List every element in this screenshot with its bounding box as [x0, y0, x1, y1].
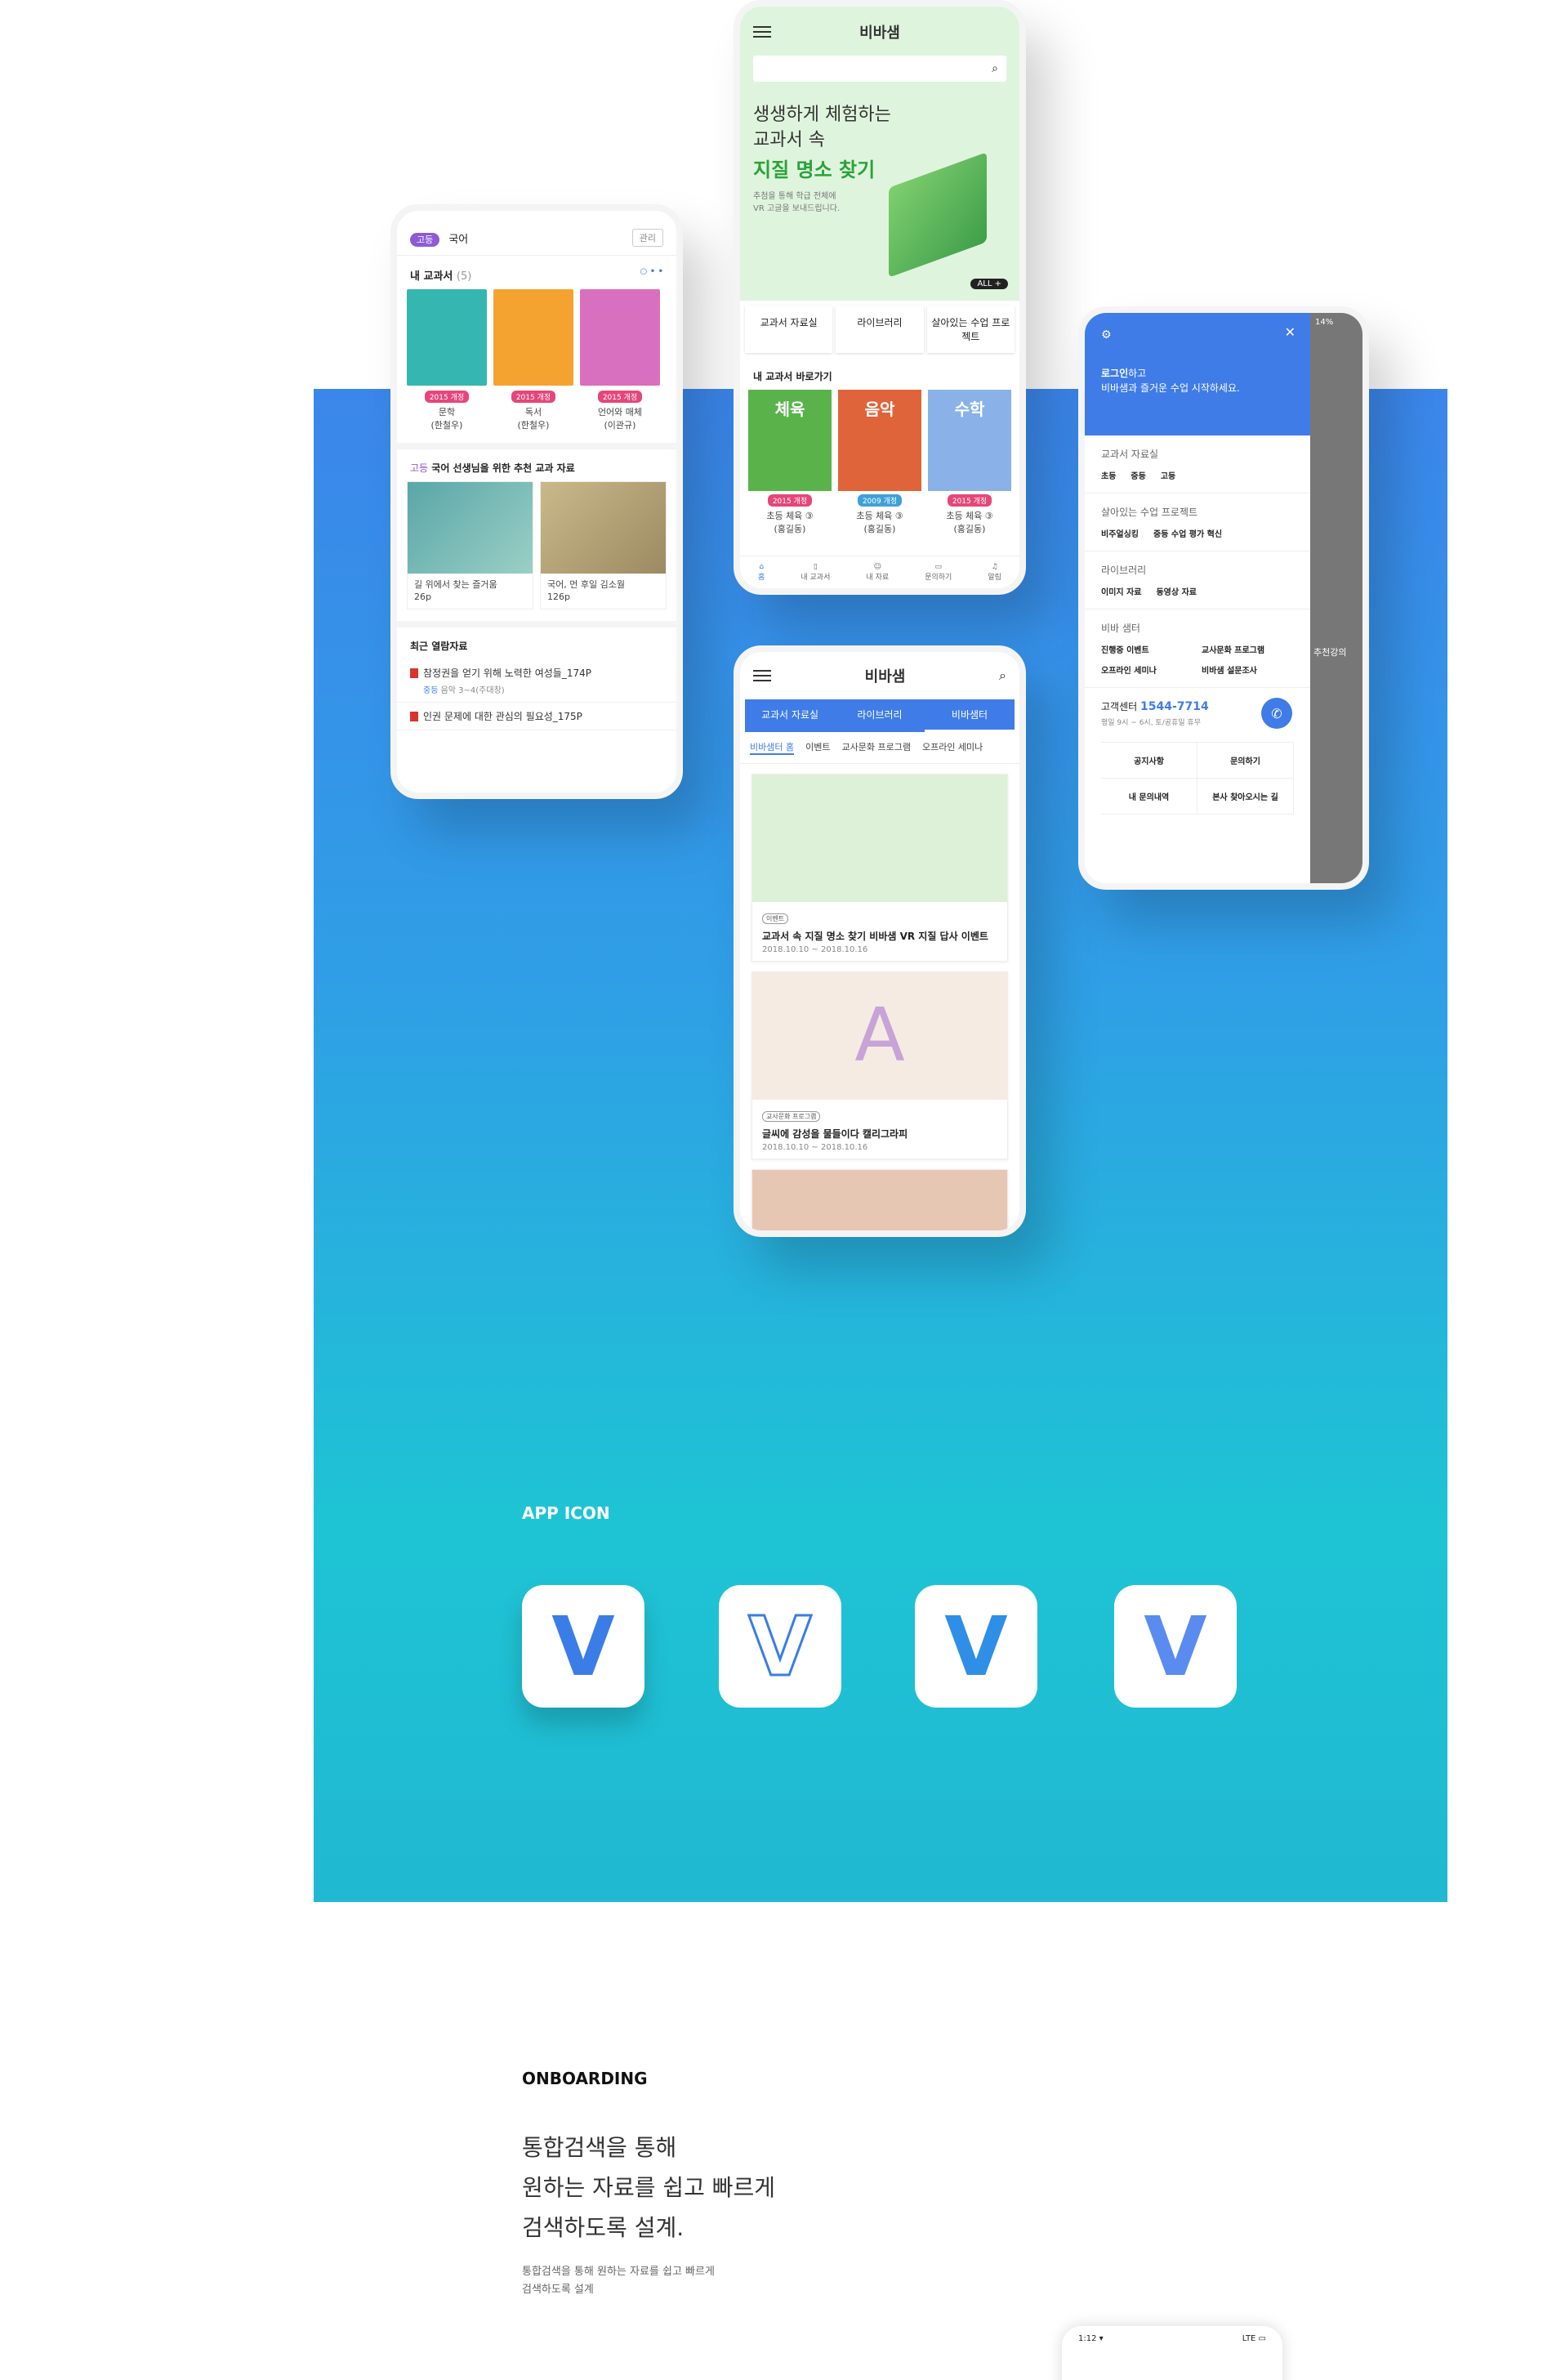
phone-vivasam-center: 비바샘 ⌕ 교과서 자료실 라이브러리 비바샘터 비바샘터 홈 이벤트 교사문화… — [734, 645, 1026, 1237]
search-icon[interactable]: ⌕ — [999, 668, 1006, 684]
customer-center: 고객센터 1544-7714 평일 9시 ~ 6시, 토/공휴일 휴무 ✆ — [1085, 688, 1310, 739]
event-card[interactable]: 이벤트 교과서 속 지질 명소 찾기 비바샘 VR 지질 답사 이벤트 2018… — [751, 774, 1008, 962]
all-banners-button[interactable]: ALL + — [970, 279, 1008, 289]
divider — [397, 443, 676, 449]
nav-my-textbook[interactable]: ▯ 내 교과서 — [801, 563, 830, 582]
drawer-section: 라이브러리 이미지 자료 동영상 자료 — [1085, 551, 1310, 610]
recommend-card[interactable]: 국어, 먼 후일 김소월 126p — [540, 481, 667, 610]
tab-textbook[interactable]: 교과서 자료실 — [745, 699, 835, 732]
app-icon-gradient: V — [522, 1585, 644, 1708]
tab-project[interactable]: 살아있는 수업 프로젝트 — [926, 306, 1015, 353]
event-image: A — [752, 972, 1007, 1100]
onboarding-description: 통합검색을 통해 원하는 자료를 쉽고 빠르게 검색하도록 설계 — [522, 2266, 715, 2297]
shortcut-title: 내 교과서 바로가기 — [753, 371, 832, 382]
app-icon-flat: V — [1114, 1585, 1237, 1708]
phone-drawer-menu: 14% 추천강의 ⚙ ✕ 로그인하고 비바샘과 즐거운 수업 시작하세요. 교과… — [1078, 306, 1369, 890]
dim-overlay[interactable]: 14% 추천강의 — [1310, 313, 1362, 883]
recent-item[interactable]: 인권 문제에 대한 관심의 필요성_175P — [397, 703, 676, 730]
app-logo: 비바샘 — [864, 668, 906, 685]
recommend-card[interactable]: 길 위에서 찾는 즐거움 26p — [407, 481, 533, 610]
drawer-section: 살아있는 수업 프로젝트 비주얼싱킹 중등 수업 평가 혁신 — [1085, 493, 1310, 551]
textbook-cover — [580, 289, 660, 386]
carousel-dots: ○ • • — [640, 267, 663, 276]
subject-header: 고등 국어 관리 — [397, 211, 676, 256]
recent-item[interactable]: 참정권을 얻기 위해 노력한 여성들_174P 중등 음악 3~4(주대창) — [397, 659, 676, 703]
my-textbooks-title: 내 교과서 (5) ○ • • — [410, 267, 663, 283]
menu-tabs: 교과서 자료실 라이브러리 살아있는 수업 프로젝트 — [740, 301, 1019, 358]
shortcut-book[interactable]: 수학 2015 개정 초등 체육 ③ (홍길동) — [928, 390, 1011, 535]
nav-alarm[interactable]: ♫ 알림 — [988, 563, 1001, 582]
textbook-card[interactable]: 2015 개정 문학 (한철우) — [407, 289, 487, 431]
subject-label: 국어 — [448, 233, 469, 246]
app-icon-heading: APP ICON — [522, 1503, 610, 1523]
tab-library[interactable]: 라이브러리 — [836, 306, 924, 353]
recommend-image — [408, 482, 533, 574]
pdf-icon — [410, 668, 418, 679]
textbook-card[interactable]: 2015 개정 언어와 매체 (이관규) — [580, 289, 660, 431]
pdf-icon — [410, 712, 418, 722]
textbook-cover — [493, 289, 573, 386]
shortcut-list: 체육 2015 개정 초등 체육 ③ (홍길동) 음악 2009 개정 초등 체… — [740, 390, 1019, 535]
drawer-section: 교과서 자료실 초등 중등 고등 — [1085, 435, 1310, 493]
nav-my-data[interactable]: ☺ 내 자료 — [866, 563, 889, 582]
phone-peek: 1:12 ▾ LTE ▭ — [1062, 2326, 1282, 2380]
subtab-event[interactable]: 이벤트 — [805, 740, 830, 755]
phone-my-textbooks: 고등 국어 관리 내 교과서 (5) ○ • • 2015 개정 문학 (한철우… — [390, 204, 683, 799]
tab-vivasam-center[interactable]: 비바샘터 — [925, 699, 1015, 732]
chat-icon: ▭ — [934, 563, 942, 571]
nav-home[interactable]: ⌂ 홈 — [758, 563, 765, 582]
bottom-nav: ⌂ 홈 ▯ 내 교과서 ☺ 내 자료 ▭ 문의하기 ♫ 알림 — [740, 556, 1019, 588]
app-logo: 비바샘 — [859, 25, 900, 42]
tab-library[interactable]: 라이브러리 — [835, 699, 925, 732]
home-icon: ⌂ — [759, 563, 765, 571]
recent-title: 최근 열람자료 — [410, 640, 468, 652]
nav-inquiry[interactable]: ▭ 문의하기 — [925, 563, 952, 582]
gear-icon[interactable]: ⚙ — [1101, 328, 1112, 342]
grade-badge: 고등 — [410, 232, 440, 247]
recommend-list: 길 위에서 찾는 즐거움 26p 국어, 먼 후일 김소월 126p — [397, 481, 676, 610]
onboarding-headline: 통합검색을 통해 원하는 자료를 쉽고 빠르게 검색하도록 설계. — [522, 2134, 776, 2241]
search-icon: ⌕ — [992, 62, 998, 75]
subtab-seminar[interactable]: 오프라인 세미나 — [922, 740, 983, 755]
recommend-image — [541, 482, 666, 574]
footer-links: 공지사항 문의하기 내 문의내역 본사 찾아오시는 길 — [1101, 742, 1294, 815]
shortcut-book[interactable]: 음악 2009 개정 초등 체육 ③ (홍길동) — [838, 390, 921, 535]
book-icon: ▯ — [813, 563, 818, 571]
menu-icon[interactable] — [753, 26, 771, 38]
shortcut-book[interactable]: 체육 2015 개정 초등 체육 ③ (홍길동) — [748, 390, 832, 535]
phone-home: 비바샘 ⌕ 생생하게 체험하는 교과서 속 지질 명소 찾기 추첨을 통해 학급… — [734, 0, 1026, 595]
phone-call-icon[interactable]: ✆ — [1261, 698, 1292, 729]
menu-icon[interactable] — [753, 670, 771, 681]
app-icon-solid: V — [915, 1585, 1037, 1708]
login-link[interactable]: 로그인 — [1101, 368, 1128, 379]
bell-icon: ♫ — [991, 563, 998, 571]
subtab-home[interactable]: 비바샘터 홈 — [750, 740, 795, 755]
app-icon-outline: V — [719, 1585, 841, 1708]
event-card[interactable] — [751, 1169, 1008, 1230]
search-input[interactable]: ⌕ — [753, 56, 1006, 82]
event-card[interactable]: A 교사문화 프로그램 글씨에 감성을 물들이다 캘리그라피 2018.10.1… — [751, 971, 1008, 1159]
subtab-culture[interactable]: 교사문화 프로그램 — [841, 740, 910, 755]
side-drawer: ⚙ ✕ 로그인하고 비바샘과 즐거운 수업 시작하세요. 교과서 자료실 초등 … — [1085, 313, 1310, 883]
user-icon: ☺ — [873, 563, 881, 571]
event-image — [752, 775, 1007, 902]
textbook-list: 2015 개정 문학 (한철우) 2015 개정 독서 (한철우) 2015 개… — [397, 289, 676, 431]
recommend-title: 고등 국어 선생님을 위한 추천 교과 자료 — [410, 462, 575, 474]
textbook-card[interactable]: 2015 개정 독서 (한철우) — [493, 289, 573, 431]
drawer-section: 비바 샘터 진행중 이벤트 교사문화 프로그램 오프라인 세미나 비바샘 설문조… — [1085, 610, 1310, 688]
hero-banner[interactable]: 비바샘 ⌕ 생생하게 체험하는 교과서 속 지질 명소 찾기 추첨을 통해 학급… — [740, 7, 1019, 301]
divider — [397, 620, 676, 627]
main-tabs: 교과서 자료실 라이브러리 비바샘터 — [745, 699, 1015, 732]
tab-textbook[interactable]: 교과서 자료실 — [745, 306, 833, 353]
manage-button[interactable]: 관리 — [631, 229, 663, 247]
close-icon[interactable]: ✕ — [1285, 324, 1296, 340]
sub-tabs: 비바샘터 홈 이벤트 교사문화 프로그램 오프라인 세미나 — [740, 732, 1019, 764]
onboarding-heading: ONBOARDING — [522, 2069, 648, 2088]
textbook-cover — [407, 289, 487, 386]
